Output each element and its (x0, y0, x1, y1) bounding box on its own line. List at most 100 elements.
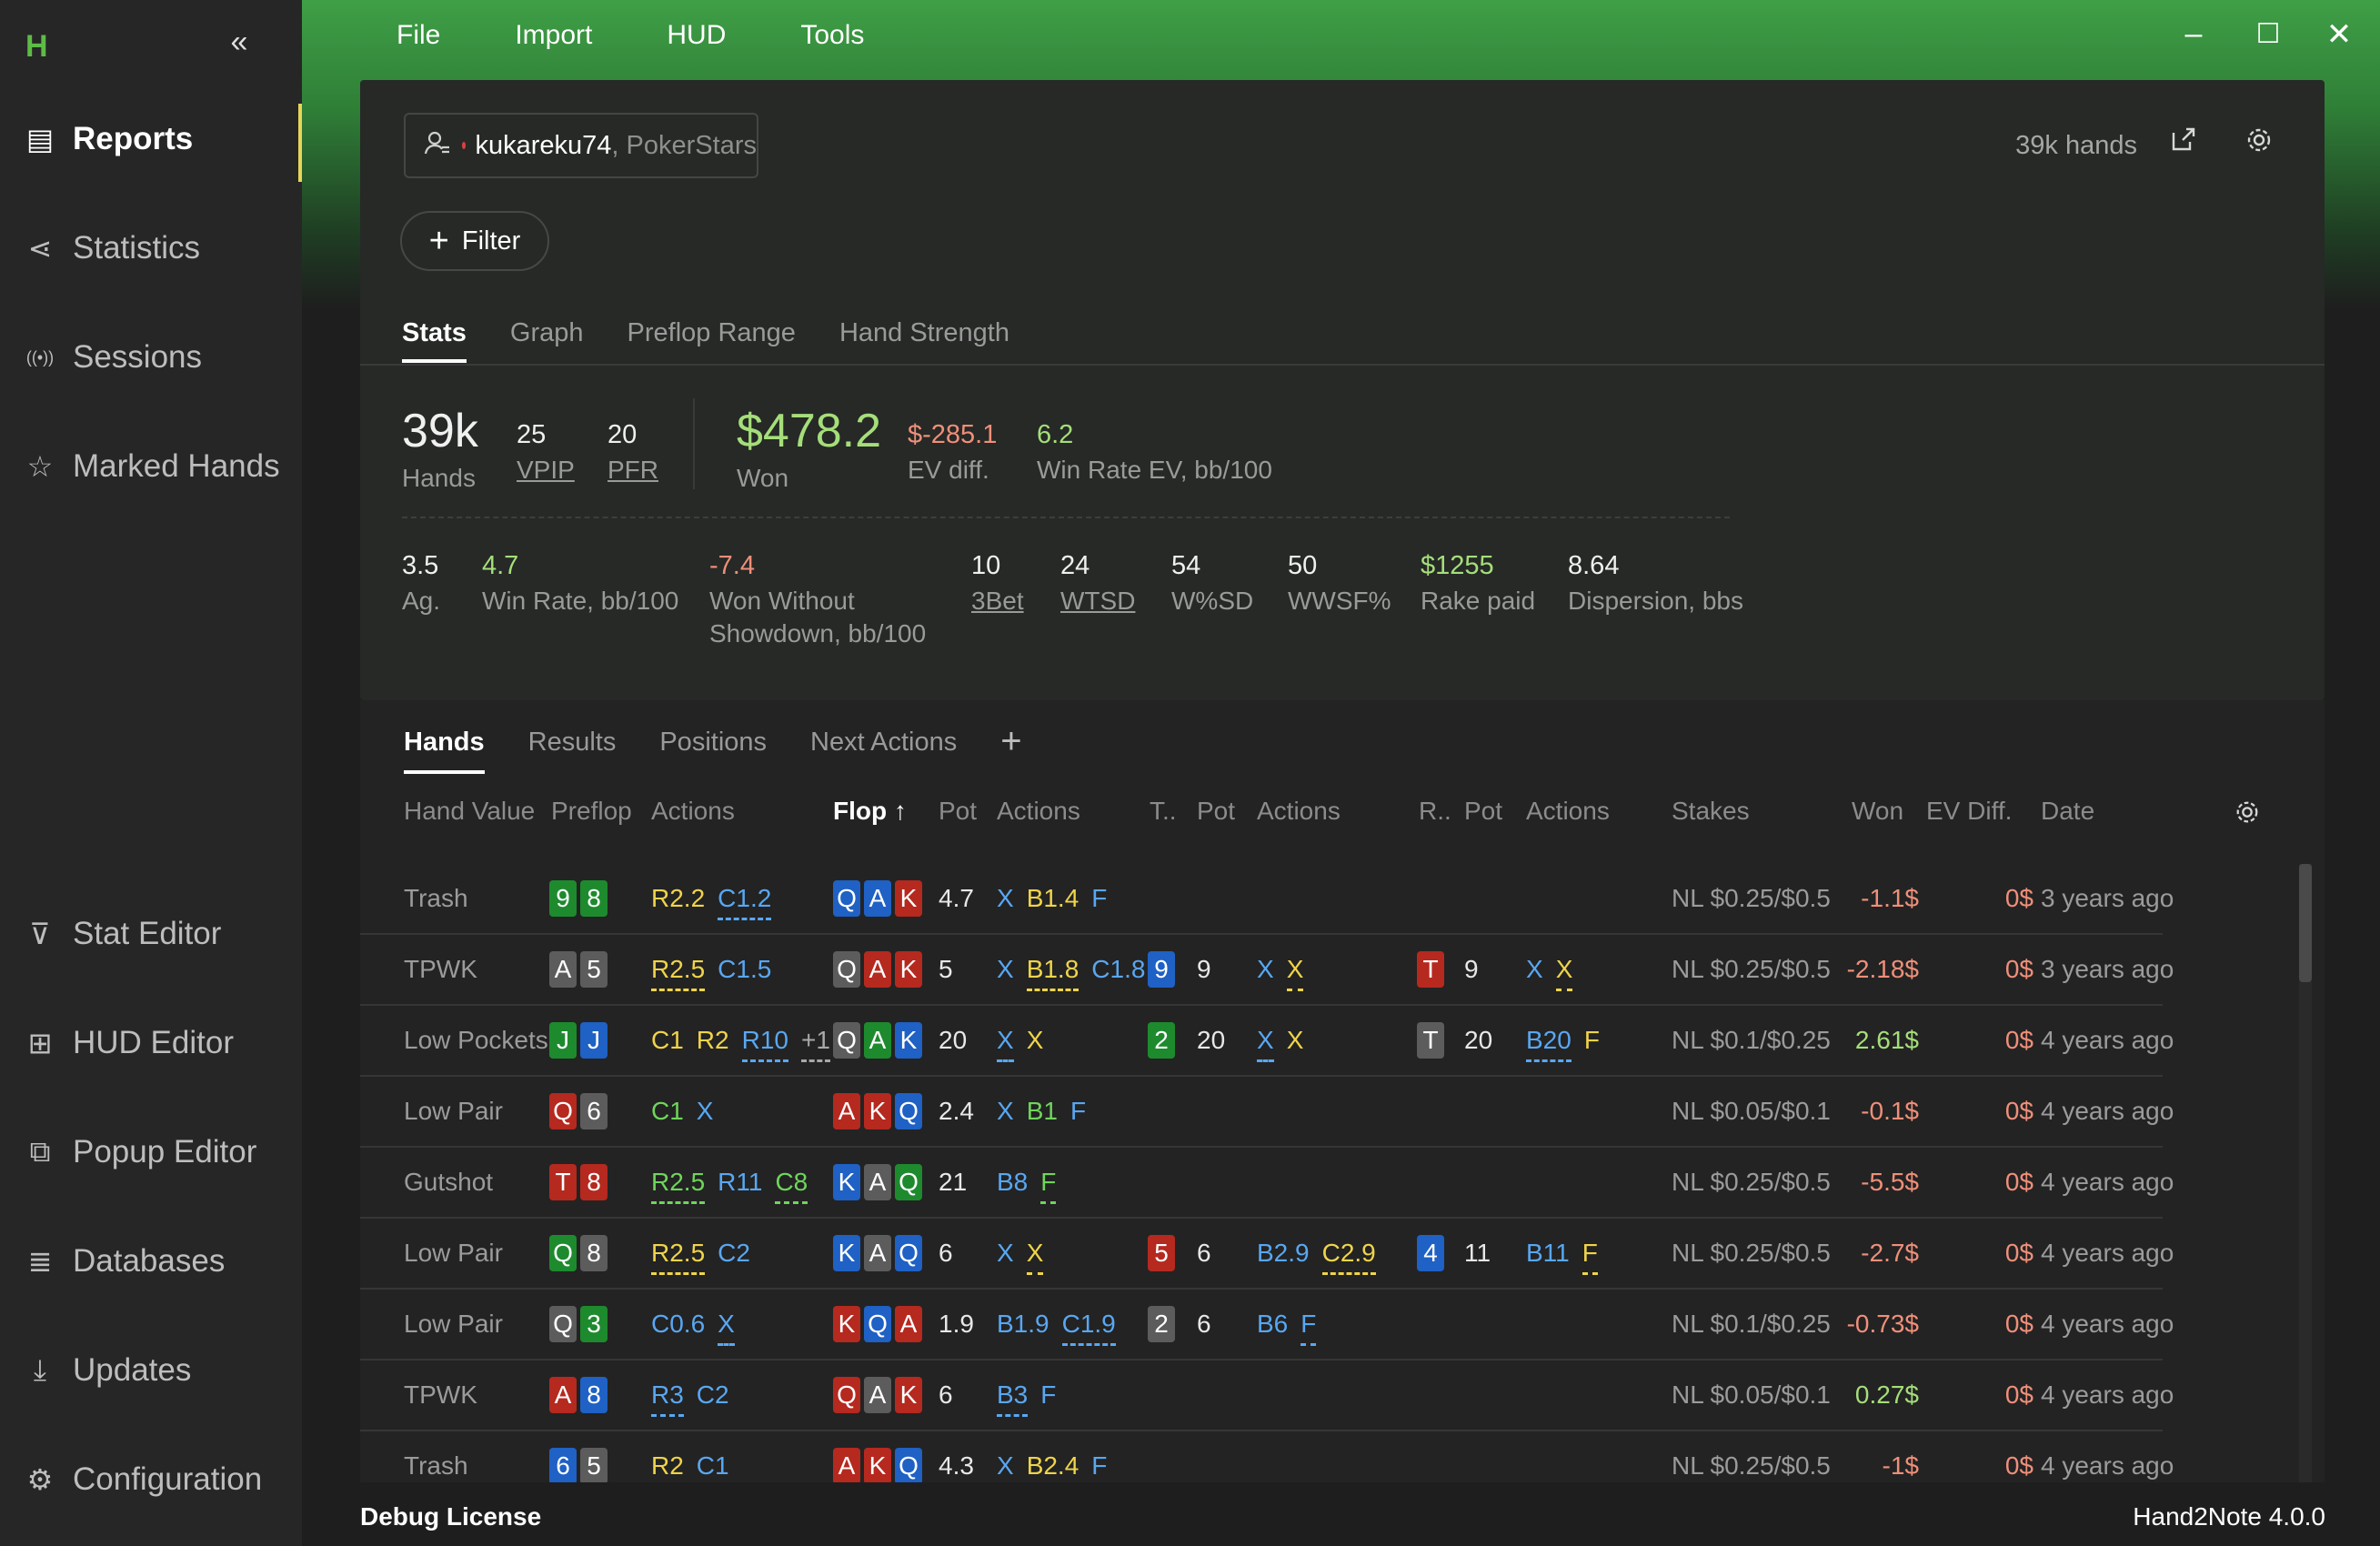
scrollbar-thumb[interactable] (2299, 864, 2312, 982)
stat-wtsd[interactable]: 24 WTSD (1060, 551, 1135, 617)
column-header[interactable]: T.. (1150, 797, 1177, 826)
player-selector[interactable]: kukareku74, PokerStars (404, 113, 758, 178)
action: X (1286, 1026, 1304, 1054)
stat-vpip[interactable]: 25 VPIP (517, 420, 575, 487)
column-header[interactable]: Actions (997, 797, 1080, 826)
collapse-sidebar-button[interactable]: « (223, 25, 256, 58)
sidebar-item-databases[interactable]: ≣ Databases (0, 1222, 302, 1300)
ev-diff: 0$ (2004, 1097, 2034, 1125)
column-header[interactable]: Pot (1197, 797, 1235, 826)
date: 4 years ago (2041, 1168, 2174, 1196)
table-row[interactable]: Gutshot T 8 R2.5 R11 C8 K A Q 21 B8 F NL $0.25/$0.5 -… (360, 1148, 2174, 1219)
table-row[interactable]: Low Pockets J J C1 R2 R10 +1 Q A K 20 X X 2 20 X X T 20 B20… (360, 1006, 2174, 1077)
stakes: NL $0.1/$0.25 (1672, 1026, 1831, 1054)
tab-hands[interactable]: Hands (404, 728, 485, 774)
table-row[interactable]: Low Pair Q 3 C0.6 X K Q A 1.9 B1.9 C1.9 2 6 B6 F NL $0.… (360, 1290, 2174, 1360)
action: B6 (1257, 1310, 1289, 1338)
column-header[interactable]: EV Diff. (1926, 797, 2012, 826)
tab-preflop-range[interactable]: Preflop Range (628, 318, 796, 363)
maximize-icon[interactable]: ☐ (2250, 18, 2286, 50)
minimize-icon[interactable]: – (2175, 16, 2212, 52)
filter-label: Filter (461, 226, 521, 256)
add-filter-button[interactable]: + Filter (400, 211, 549, 271)
table-row[interactable]: Trash 6 5 R2 C1 A K Q 4.3 X B2.4 F NL $0.25/$0.5 -1$ 0… (360, 1431, 2174, 1482)
ev-diff: 0$ (2004, 884, 2034, 912)
menu-tools[interactable]: Tools (800, 20, 864, 51)
stat-rake-paid: $1255 Rake paid (1421, 551, 1536, 615)
card: 6 (549, 1448, 577, 1482)
sidebar-item-statistics[interactable]: ⋖ Statistics (0, 209, 302, 287)
column-header[interactable]: Actions (651, 797, 735, 826)
broadcast-icon: ((•)) (25, 347, 55, 366)
sidebar-item-reports[interactable]: ▤ Reports (0, 100, 302, 182)
preflop-actions: R2.5 C2 (651, 1219, 763, 1288)
column-header[interactable]: Flop ↑ (833, 797, 907, 826)
stat-pfr[interactable]: 20 PFR (608, 420, 658, 487)
card: A (864, 1164, 891, 1200)
card: Q (833, 1377, 860, 1413)
menu-import[interactable]: Import (515, 20, 592, 51)
column-header[interactable]: Stakes (1672, 797, 1750, 826)
menu-hud[interactable]: HUD (667, 20, 726, 51)
export-icon[interactable] (2170, 125, 2197, 160)
flop-pot: 2.4 (939, 1097, 974, 1125)
sidebar-item-configuration[interactable]: ⚙ Configuration (0, 1441, 302, 1519)
column-header[interactable]: Hand Value (404, 797, 535, 826)
preflop-cards: A8 (549, 1360, 611, 1430)
column-header[interactable]: Actions (1257, 797, 1341, 826)
sidebar-item-hud-editor[interactable]: ⊞ HUD Editor (0, 1004, 302, 1082)
tab-hand-strength[interactable]: Hand Strength (839, 318, 1009, 363)
column-header[interactable]: R.. (1419, 797, 1451, 826)
user-icon (424, 129, 451, 163)
table-row[interactable]: TPWK A 8 R3 C2 Q A K 6 B3 F NL $0.05/$0.1 0.27$ 0$ 4 y… (360, 1360, 2174, 1431)
sidebar-item-marked-hands[interactable]: ☆ Marked Hands (0, 427, 302, 506)
card: Q (895, 1093, 922, 1129)
sidebar-item-popup-editor[interactable]: ⧉ Popup Editor (0, 1113, 302, 1191)
tab-stats[interactable]: Stats (402, 318, 467, 363)
card: 9 (1148, 951, 1175, 988)
column-header[interactable]: Won (1852, 797, 1903, 826)
status-dot (462, 142, 467, 149)
river-actions: B11 F (1526, 1219, 1611, 1288)
flop-cards: KAQ (833, 1148, 926, 1217)
table-row[interactable]: Low Pair Q 8 R2.5 C2 K A Q 6 X X 5 6 B2.9 C2.9 4 11 B11 F N… (360, 1219, 2174, 1290)
sidebar-item-stat-editor[interactable]: ⊽ Stat Editor (0, 895, 302, 973)
close-icon[interactable]: ✕ (2321, 16, 2357, 53)
flop-cards: QAK (833, 1006, 926, 1075)
action: C8 (775, 1168, 808, 1204)
add-tab-icon[interactable]: + (1000, 723, 1021, 774)
action: X (997, 1097, 1014, 1125)
tab-positions[interactable]: Positions (659, 728, 767, 774)
table-row[interactable]: TPWK A 5 R2.5 C1.5 Q A K 5 X B1.8 C1.8 9 9 X X T 9 X X NL $0… (360, 935, 2174, 1006)
tab-graph[interactable]: Graph (510, 318, 584, 363)
sidebar-item-updates[interactable]: ⤓ Updates (0, 1331, 302, 1410)
card: A (833, 1093, 860, 1129)
stakes: NL $0.1/$0.25 (1672, 1310, 1831, 1338)
hands-tabs: Hands Results Positions Next Actions + (404, 723, 1022, 774)
hand-value: TPWK (404, 955, 477, 983)
sidebar-item-label: Sessions (73, 339, 203, 375)
column-header[interactable]: Date (2041, 797, 2094, 826)
menu-file[interactable]: File (397, 20, 440, 51)
settings-gear-icon[interactable] (2244, 125, 2274, 162)
action: X (1526, 955, 1543, 983)
report-panel: kukareku74, PokerStars 39k hands + Filte… (360, 80, 2325, 700)
card: K (864, 1093, 891, 1129)
column-header[interactable]: Actions (1526, 797, 1610, 826)
tab-results[interactable]: Results (528, 728, 617, 774)
columns-gear-icon[interactable] (2234, 798, 2261, 833)
column-header[interactable]: Pot (1464, 797, 1502, 826)
share-nodes-icon: ⋖ (27, 232, 53, 265)
action: B8 (997, 1168, 1029, 1196)
column-header[interactable]: Preflop (551, 797, 632, 826)
action: F (1091, 1451, 1108, 1480)
sidebar-item-sessions[interactable]: ((•)) Sessions (0, 318, 302, 397)
action: C2 (696, 1380, 729, 1409)
date: 4 years ago (2041, 1451, 2174, 1480)
stat-3bet[interactable]: 10 3Bet (971, 551, 1024, 617)
tab-next-actions[interactable]: Next Actions (810, 728, 957, 774)
table-row[interactable]: Trash 9 8 R2.2 C1.2 Q A K 4.7 X B1.4 F NL $0.25/$0.5… (360, 864, 2174, 935)
table-row[interactable]: Low Pair Q 6 C1 X A K Q 2.4 X B1 F NL $0.05/$0.1 -0.1… (360, 1077, 2174, 1148)
column-header[interactable]: Pot (939, 797, 977, 826)
card: Q (895, 1235, 922, 1271)
